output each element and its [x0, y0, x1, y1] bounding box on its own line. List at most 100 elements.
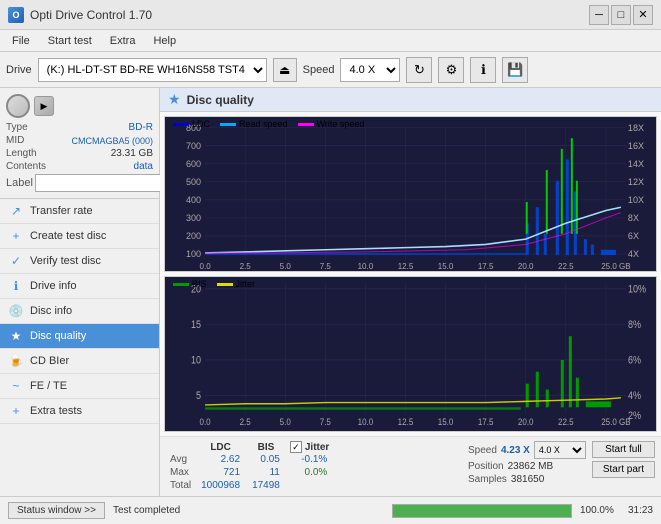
- svg-text:12.5: 12.5: [398, 416, 414, 427]
- action-buttons: Start full Start part: [592, 441, 655, 478]
- legend-ldc: LDC: [173, 119, 210, 129]
- svg-text:8X: 8X: [628, 213, 639, 223]
- sidebar-item-disc-info[interactable]: 💿 Disc info: [0, 299, 159, 324]
- avg-label: Avg: [166, 453, 195, 466]
- svg-text:400: 400: [186, 195, 201, 205]
- mid-value: CMCMAGBA5 (000): [71, 136, 153, 146]
- speed-label: Speed: [303, 64, 335, 76]
- start-part-button[interactable]: Start part: [592, 461, 655, 478]
- chart1-legend: LDC Read speed Write speed: [173, 119, 364, 129]
- svg-text:16X: 16X: [628, 141, 644, 151]
- legend-bis-label: BIS: [192, 279, 207, 289]
- sidebar-label-verify-test-disc: Verify test disc: [30, 255, 101, 267]
- sidebar-item-fe-te[interactable]: ~ FE / TE: [0, 374, 159, 399]
- avg-jitter: -0.1%: [286, 453, 333, 466]
- speed-value: 4.23 X: [501, 445, 530, 456]
- legend-jitter-label: Jitter: [236, 279, 256, 289]
- minimize-button[interactable]: ─: [589, 5, 609, 25]
- sidebar-item-create-test-disc[interactable]: + Create test disc: [0, 224, 159, 249]
- svg-text:0.0: 0.0: [200, 262, 212, 271]
- drive-label: Drive: [6, 64, 32, 76]
- avg-ldc: 2.62: [195, 453, 246, 466]
- svg-text:4X: 4X: [628, 249, 639, 259]
- svg-text:15: 15: [191, 319, 201, 331]
- menu-bar: File Start test Extra Help: [0, 30, 661, 52]
- speed-select[interactable]: 4.0 X: [340, 58, 400, 82]
- svg-text:15.0: 15.0: [438, 262, 454, 271]
- close-button[interactable]: ✕: [633, 5, 653, 25]
- menu-file[interactable]: File: [4, 33, 38, 49]
- menu-help[interactable]: Help: [145, 33, 184, 49]
- disc-label-label: Label: [6, 177, 33, 189]
- contents-label: Contents: [6, 161, 46, 172]
- title-bar: O Opti Drive Control 1.70 ─ □ ✕: [0, 0, 661, 30]
- options-button[interactable]: ⚙: [438, 57, 464, 83]
- progress-percent: 100.0%: [580, 505, 620, 516]
- drive-info-icon: ℹ: [8, 279, 24, 293]
- content-header: ★ Disc quality: [160, 88, 661, 112]
- refresh-button[interactable]: ↻: [406, 57, 432, 83]
- create-test-icon: +: [8, 229, 24, 243]
- total-label: Total: [166, 479, 195, 492]
- svg-text:10%: 10%: [628, 284, 646, 296]
- legend-bis-color: [173, 283, 189, 286]
- sidebar-item-drive-info[interactable]: ℹ Drive info: [0, 274, 159, 299]
- total-ldc: 1000968: [195, 479, 246, 492]
- bis-header: BIS: [246, 441, 286, 453]
- ldc-chart: LDC Read speed Write speed: [164, 116, 657, 272]
- menu-start-test[interactable]: Start test: [40, 33, 100, 49]
- sidebar-item-transfer-rate[interactable]: ↗ Transfer rate: [0, 199, 159, 224]
- svg-text:7.5: 7.5: [320, 262, 332, 271]
- verify-test-icon: ✓: [8, 254, 24, 268]
- svg-text:25.0 GB: 25.0 GB: [601, 262, 631, 271]
- svg-text:8%: 8%: [628, 319, 641, 331]
- svg-text:10.0: 10.0: [358, 416, 374, 427]
- svg-text:10X: 10X: [628, 195, 644, 205]
- maximize-button[interactable]: □: [611, 5, 631, 25]
- sidebar-label-create-test-disc: Create test disc: [30, 230, 106, 242]
- position-value: 23862 MB: [508, 461, 554, 472]
- info-button[interactable]: ℹ: [470, 57, 496, 83]
- svg-text:5.0: 5.0: [280, 262, 292, 271]
- sidebar-label-drive-info: Drive info: [30, 280, 76, 292]
- transfer-rate-icon: ↗: [8, 204, 24, 218]
- svg-text:22.5: 22.5: [558, 416, 574, 427]
- svg-text:200: 200: [186, 231, 201, 241]
- sidebar-label-disc-info: Disc info: [30, 305, 72, 317]
- status-window-button[interactable]: Status window >>: [8, 502, 105, 519]
- content-title: Disc quality: [187, 93, 254, 107]
- menu-extra[interactable]: Extra: [102, 33, 144, 49]
- eject-button[interactable]: ⏏: [273, 58, 297, 82]
- drive-select[interactable]: (K:) HL-DT-ST BD-RE WH16NS58 TST4: [38, 58, 267, 82]
- toolbar: Drive (K:) HL-DT-ST BD-RE WH16NS58 TST4 …: [0, 52, 661, 88]
- sidebar-label-transfer-rate: Transfer rate: [30, 205, 93, 217]
- extra-tests-icon: +: [8, 404, 24, 418]
- legend-write-speed: Write speed: [298, 119, 365, 129]
- legend-ldc-color: [173, 123, 189, 126]
- stats-table: LDC BIS ✓ Jitter Avg 2.62 0.05 -0.1%: [166, 441, 333, 492]
- svg-text:6X: 6X: [628, 231, 639, 241]
- jitter-checkbox[interactable]: ✓: [290, 441, 302, 453]
- sidebar-item-extra-tests[interactable]: + Extra tests: [0, 399, 159, 424]
- sidebar-item-verify-test-disc[interactable]: ✓ Verify test disc: [0, 249, 159, 274]
- contents-value: data: [134, 161, 153, 172]
- svg-text:10.0: 10.0: [358, 262, 374, 271]
- svg-text:22.5: 22.5: [558, 262, 574, 271]
- sidebar-item-disc-quality[interactable]: ★ Disc quality: [0, 324, 159, 349]
- svg-text:0.0: 0.0: [200, 416, 211, 427]
- sidebar-item-cd-bier[interactable]: 🍺 CD BIer: [0, 349, 159, 374]
- label-input[interactable]: [35, 174, 173, 192]
- speed-select-stat[interactable]: 4.0 X: [534, 441, 586, 459]
- type-value: BD-R: [129, 122, 153, 133]
- charts-container: LDC Read speed Write speed: [160, 112, 661, 436]
- svg-text:17.5: 17.5: [478, 416, 494, 427]
- sidebar-label-extra-tests: Extra tests: [30, 405, 82, 417]
- svg-text:7.5: 7.5: [320, 416, 331, 427]
- start-full-button[interactable]: Start full: [592, 441, 655, 458]
- svg-text:5.0: 5.0: [280, 416, 291, 427]
- progress-bar-fill: [393, 505, 571, 517]
- svg-text:600: 600: [186, 159, 201, 169]
- save-button[interactable]: 💾: [502, 57, 528, 83]
- chart2-legend: BIS Jitter: [173, 279, 255, 289]
- sidebar-label-fe-te: FE / TE: [30, 380, 67, 392]
